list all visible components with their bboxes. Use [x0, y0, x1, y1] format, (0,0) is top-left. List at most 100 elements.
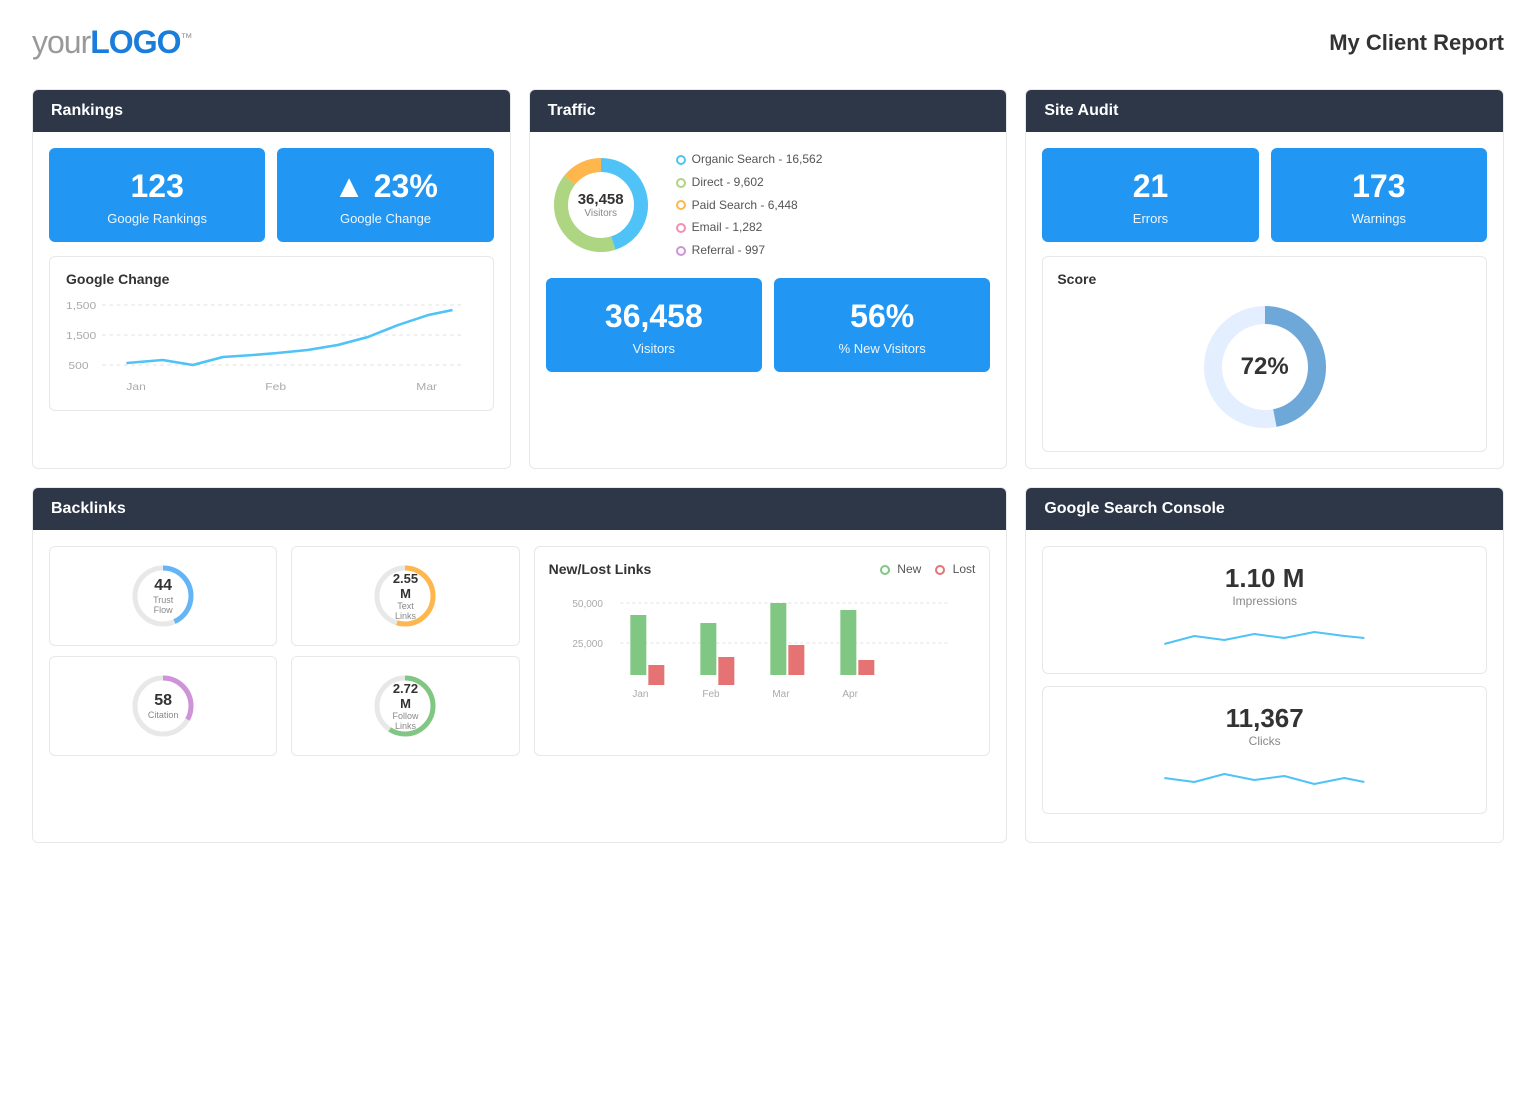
- svg-text:50,000: 50,000: [572, 599, 603, 610]
- legend-item-referral: Referral - 997: [676, 239, 823, 262]
- google-rankings-label: Google Rankings: [59, 211, 255, 226]
- impressions-label: Impressions: [1059, 594, 1470, 608]
- traffic-donut-value: 36,458: [578, 191, 624, 208]
- svg-text:Mar: Mar: [416, 382, 437, 393]
- google-change-box: ▲ 23% Google Change: [277, 148, 493, 242]
- traffic-stat-row: 36,458 Visitors 56% % New Visitors: [546, 278, 991, 372]
- svg-text:500: 500: [68, 361, 88, 372]
- rankings-stat-row: 123 Google Rankings ▲ 23% Google Change: [49, 148, 494, 242]
- traffic-donut-center: 36,458 Visitors: [578, 191, 624, 219]
- warnings-label: Warnings: [1281, 211, 1477, 226]
- follow-links-value: 2.72 M: [388, 681, 423, 711]
- text-links-value: 2.55 M: [388, 571, 423, 601]
- traffic-header: Traffic: [530, 90, 1007, 132]
- score-section: Score 72%: [1042, 256, 1487, 452]
- main-grid: Rankings 123 Google Rankings ▲ 23% Googl…: [32, 89, 1504, 843]
- rankings-chart-box: Google Change 1,500 1,500 500 Jan Feb Ma…: [49, 256, 494, 411]
- svg-text:Mar: Mar: [772, 689, 790, 700]
- gsc-body: 1.10 M Impressions 11,367 Clicks: [1026, 530, 1503, 842]
- legend-item-paid: Paid Search - 6,448: [676, 194, 823, 217]
- report-title: My Client Report: [1329, 30, 1504, 56]
- google-change-value: ▲ 23%: [287, 168, 483, 205]
- text-links-ring: 2.55 M Text Links: [370, 561, 440, 631]
- visitors-box: 36,458 Visitors: [546, 278, 762, 372]
- svg-text:1,500: 1,500: [66, 301, 96, 312]
- svg-text:Feb: Feb: [702, 689, 720, 700]
- backlinks-body: 44 Trust Flow 58 Citation: [33, 530, 1006, 772]
- rankings-panel: Rankings 123 Google Rankings ▲ 23% Googl…: [32, 89, 511, 469]
- impressions-value: 1.10 M: [1059, 563, 1470, 594]
- trust-flow-ring: 44 Trust Flow: [128, 561, 198, 631]
- citation-ring: 58 Citation: [128, 671, 198, 741]
- citation-label: Citation: [148, 710, 179, 720]
- clicks-label: Clicks: [1059, 734, 1470, 748]
- follow-links-label: Follow Links: [388, 711, 423, 731]
- clicks-value: 11,367: [1059, 703, 1470, 734]
- site-audit-header: Site Audit: [1026, 90, 1503, 132]
- backlinks-left-grid: 44 Trust Flow 58 Citation: [49, 546, 277, 756]
- logo-normal: your: [32, 24, 90, 60]
- follow-links-ring: 2.72 M Follow Links: [370, 671, 440, 741]
- logo-bold: LOGO: [90, 24, 180, 60]
- google-rankings-box: 123 Google Rankings: [49, 148, 265, 242]
- legend-lost: Lost: [935, 562, 975, 576]
- rankings-body: 123 Google Rankings ▲ 23% Google Change …: [33, 132, 510, 427]
- bar-legend: New Lost: [880, 562, 975, 576]
- bar-chart-title: New/Lost Links: [549, 561, 652, 577]
- citation-card: 58 Citation: [49, 656, 277, 756]
- trust-flow-card: 44 Trust Flow: [49, 546, 277, 646]
- follow-links-card: 2.72 M Follow Links: [291, 656, 519, 756]
- impressions-sparkline: [1059, 616, 1470, 652]
- svg-text:Feb: Feb: [265, 382, 286, 393]
- warnings-box: 173 Warnings: [1271, 148, 1487, 242]
- logo: yourLOGO™: [32, 24, 191, 61]
- errors-label: Errors: [1052, 211, 1248, 226]
- site-audit-stat-row: 21 Errors 173 Warnings: [1042, 148, 1487, 242]
- traffic-donut-wrapper: 36,458 Visitors: [546, 150, 656, 260]
- traffic-donut-sub: Visitors: [578, 208, 624, 219]
- new-visitors-box: 56% % New Visitors: [774, 278, 990, 372]
- logo-tm: ™: [180, 30, 191, 44]
- rankings-line-chart: 1,500 1,500 500 Jan Feb Mar: [66, 295, 477, 395]
- clicks-sparkline: [1059, 756, 1470, 792]
- errors-value: 21: [1052, 168, 1248, 205]
- new-visitors-value: 56%: [784, 298, 980, 335]
- google-rankings-value: 123: [59, 168, 255, 205]
- svg-text:25,000: 25,000: [572, 639, 603, 650]
- svg-text:Jan: Jan: [126, 382, 145, 393]
- gsc-header: Google Search Console: [1026, 488, 1503, 530]
- clicks-card: 11,367 Clicks: [1042, 686, 1487, 814]
- visitors-value: 36,458: [556, 298, 752, 335]
- score-value: 72%: [1241, 353, 1289, 381]
- citation-value: 58: [148, 692, 179, 710]
- rankings-chart-title: Google Change: [66, 271, 477, 287]
- backlinks-right-grid: 2.55 M Text Links 2.72 M Follow Link: [291, 546, 519, 756]
- rankings-header: Rankings: [33, 90, 510, 132]
- backlinks-header: Backlinks: [33, 488, 1006, 530]
- visitors-label: Visitors: [556, 341, 752, 356]
- new-visitors-label: % New Visitors: [784, 341, 980, 356]
- score-label: Score: [1057, 271, 1472, 287]
- google-change-label: Google Change: [287, 211, 483, 226]
- site-audit-panel: Site Audit 21 Errors 173 Warnings Score: [1025, 89, 1504, 469]
- impressions-card: 1.10 M Impressions: [1042, 546, 1487, 674]
- text-links-label: Text Links: [388, 601, 423, 621]
- legend-item-direct: Direct - 9,602: [676, 171, 823, 194]
- errors-box: 21 Errors: [1042, 148, 1258, 242]
- svg-text:1,500: 1,500: [66, 331, 96, 342]
- trust-flow-label: Trust Flow: [146, 595, 181, 615]
- site-audit-body: 21 Errors 173 Warnings Score 72%: [1026, 132, 1503, 468]
- legend-new: New: [880, 562, 921, 576]
- text-links-card: 2.55 M Text Links: [291, 546, 519, 646]
- backlinks-panel: Backlinks 44 Trust Flow: [32, 487, 1007, 843]
- svg-text:Apr: Apr: [842, 689, 858, 700]
- gsc-panel: Google Search Console 1.10 M Impressions…: [1025, 487, 1504, 843]
- traffic-panel: Traffic: [529, 89, 1008, 469]
- page-header: yourLOGO™ My Client Report: [32, 24, 1504, 61]
- traffic-legend: Organic Search - 16,562 Direct - 9,602 P…: [676, 148, 823, 262]
- legend-item-email: Email - 1,282: [676, 216, 823, 239]
- new-lost-links-section: New/Lost Links New Lost 50,00: [534, 546, 991, 756]
- legend-item-organic: Organic Search - 16,562: [676, 148, 823, 171]
- bar-chart-header: New/Lost Links New Lost: [549, 561, 976, 577]
- svg-text:Jan: Jan: [632, 689, 648, 700]
